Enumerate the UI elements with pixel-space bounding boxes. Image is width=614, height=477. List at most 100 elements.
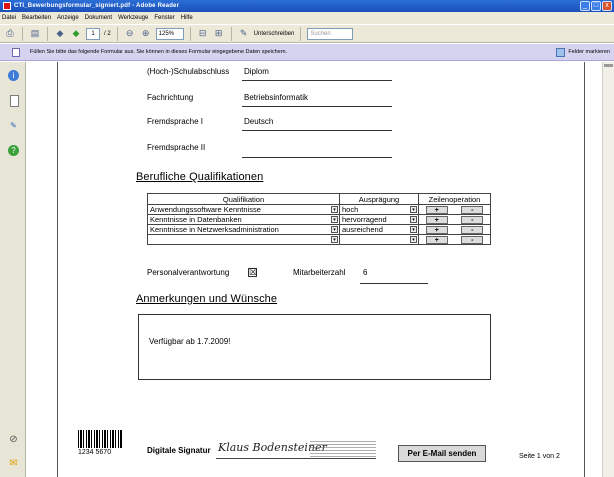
dropdown-arrow-icon[interactable]: ▾ (410, 206, 417, 213)
qualification-select[interactable]: ▾ (148, 235, 339, 244)
dropdown-arrow-icon[interactable]: ▾ (410, 236, 417, 243)
zoom-select[interactable]: 125% (155, 27, 184, 40)
qualification-select[interactable]: Kenntnisse in Datenbanken ▾ (148, 215, 339, 224)
minimize-button[interactable]: _ (580, 1, 590, 11)
next-page-icon[interactable]: ◆ (70, 28, 82, 40)
staff-count-label: Mitarbeiterzahl (293, 268, 346, 277)
staff-responsibility-checkbox[interactable]: ☒ (248, 268, 257, 277)
menu-anzeige[interactable]: Anzeige (57, 12, 79, 24)
add-row-button[interactable]: + (425, 225, 448, 234)
notification-text: Füllen Sie bitte das folgende Formular a… (30, 49, 288, 55)
qualification-value: Kenntnisse in Datenbanken (150, 215, 242, 224)
send-email-button[interactable]: Per E-Mail senden (398, 445, 486, 462)
menu-fenster[interactable]: Fenster (154, 12, 174, 24)
maximize-button[interactable]: □ (591, 1, 601, 11)
field-of-study-field[interactable]: Betriebsinformatik (244, 93, 308, 102)
toolbar-divider (300, 26, 302, 41)
attachments-icon[interactable]: ⊘ (8, 434, 19, 445)
vertical-scrollbar[interactable] (602, 62, 614, 477)
toolbar-divider (189, 26, 191, 41)
navigation-sidebar: i ✎ ? ⊘ ✉ (0, 62, 26, 477)
print-icon[interactable]: ⎙ (4, 28, 16, 40)
qualification-value: Anwendungssoftware Kenntnisse (150, 205, 261, 214)
dropdown-arrow-icon[interactable]: ▾ (410, 216, 417, 223)
remarks-heading: Anmerkungen und Wünsche (136, 293, 278, 305)
qualifications-table: Qualifikation Ausprägung Zeilenoperation… (147, 193, 491, 245)
dropdown-arrow-icon[interactable]: ▾ (331, 216, 338, 223)
foreign-language-2-label: Fremdsprache II (147, 143, 206, 152)
help-icon[interactable]: ? (8, 145, 19, 156)
fit-width-icon[interactable]: ⊟ (197, 28, 209, 40)
degree-field[interactable]: Diplom (244, 67, 269, 76)
navigation-icon[interactable]: i (8, 70, 19, 81)
comments-icon[interactable]: ✉ (8, 458, 19, 469)
toolbar-divider (22, 26, 23, 41)
toolbar: ⎙ ▤ ◆ ◆ 1 / 2 ⊖ ⊕ 125% ⊟ ⊞ ✎ Unterschrei… (0, 24, 614, 43)
toolbar-divider (47, 26, 48, 41)
add-row-button[interactable]: + (425, 215, 448, 224)
qualification-select[interactable]: Kenntnisse in Netzwerksadministration ▾ (148, 225, 339, 234)
field-of-study-label: Fachrichtung (147, 93, 194, 102)
window-title: CTI_Bewerbungsformular_signiert.pdf - Ad… (14, 3, 180, 9)
level-select[interactable]: ausreichend ▾ (340, 225, 418, 234)
row-operations: + - (419, 235, 490, 244)
pen-icon[interactable]: ✎ (238, 28, 250, 40)
search-input[interactable]: Suchen (307, 27, 354, 40)
remove-row-button[interactable]: - (461, 205, 484, 214)
dropdown-arrow-icon[interactable]: ▾ (331, 236, 338, 243)
previous-page-icon[interactable]: ◆ (54, 28, 66, 40)
barcode-digits: 1234 5670 (78, 449, 112, 456)
table-row: ▾ ▾ + - (147, 234, 491, 245)
close-button[interactable]: x (602, 1, 612, 11)
signature-underline (216, 458, 376, 459)
highlight-fields-button[interactable]: Felder markieren (556, 47, 610, 58)
degree-underline (242, 80, 392, 81)
level-select[interactable]: hoch ▾ (340, 205, 418, 214)
fit-page-icon[interactable]: ⊞ (213, 28, 225, 40)
level-value: hoch (342, 205, 359, 214)
staff-count-field[interactable]: 6 (363, 268, 367, 277)
staff-responsibility-label: Personalverantwortung (147, 268, 230, 277)
foreign-language-2-underline (242, 157, 392, 158)
add-row-button[interactable]: + (425, 235, 448, 244)
pages-icon[interactable]: ▤ (29, 28, 41, 40)
dropdown-arrow-icon[interactable]: ▾ (331, 226, 338, 233)
remove-row-button[interactable]: - (461, 235, 484, 244)
sign-menu[interactable]: Unterschreiben (254, 31, 295, 37)
dropdown-arrow-icon[interactable]: ▾ (331, 206, 338, 213)
remarks-textarea[interactable]: Verfügbar ab 1.7.2009! (138, 314, 491, 380)
window-controls: _ □ x (580, 1, 612, 11)
menu-hilfe[interactable]: Hilfe (181, 12, 193, 24)
menu-werkzeuge[interactable]: Werkzeuge (118, 12, 148, 24)
remove-row-button[interactable]: - (461, 215, 484, 224)
row-operations: + - (419, 225, 490, 234)
column-header-level: Ausprägung (339, 193, 419, 205)
toolbar-divider (116, 26, 118, 41)
menu-dokument[interactable]: Dokument (85, 12, 112, 24)
remove-row-button[interactable]: - (461, 225, 484, 234)
degree-label: (Hoch-)Schulabschluss (147, 67, 230, 76)
add-row-button[interactable]: + (425, 205, 448, 214)
level-value: hervorragend (342, 215, 387, 224)
zoom-in-icon[interactable]: ⊕ (140, 28, 152, 40)
qualification-select[interactable]: Anwendungssoftware Kenntnisse ▾ (148, 205, 339, 214)
menu-bearbeiten[interactable]: Bearbeiten (22, 12, 51, 24)
table-row: Kenntnisse in Datenbanken ▾ hervorragend ▾… (147, 214, 491, 225)
pages-panel-icon[interactable] (8, 95, 19, 107)
form-icon (12, 48, 20, 57)
highlight-fields-icon (556, 48, 566, 57)
page-number-input[interactable]: 1 (86, 27, 100, 40)
digital-signature-label: Digitale Signatur (147, 446, 211, 455)
foreign-language-1-field[interactable]: Deutsch (244, 117, 273, 126)
level-select[interactable]: ▾ (340, 235, 418, 244)
level-select[interactable]: hervorragend ▾ (340, 215, 418, 224)
scrollbar-thumb[interactable] (604, 64, 613, 67)
qualification-value: Kenntnisse in Netzwerksadministration (150, 225, 279, 234)
menu-datei[interactable]: Datei (2, 12, 16, 24)
adobe-reader-icon (3, 2, 11, 10)
dropdown-arrow-icon[interactable]: ▾ (410, 226, 417, 233)
zoom-out-icon[interactable]: ⊖ (124, 28, 136, 40)
remarks-text: Verfügbar ab 1.7.2009! (149, 337, 231, 346)
signatures-panel-icon[interactable]: ✎ (8, 120, 19, 131)
toolbar-divider (230, 26, 232, 41)
